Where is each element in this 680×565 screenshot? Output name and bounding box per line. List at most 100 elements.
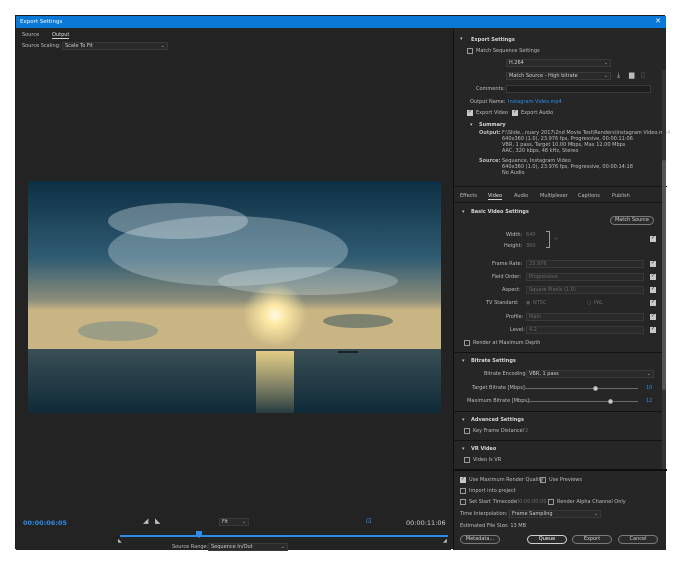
summary-collapse-icon[interactable]: ▾ xyxy=(470,122,473,128)
render-max-depth-checkbox[interactable] xyxy=(464,340,470,346)
advanced-header: Advanced Settings xyxy=(471,417,524,423)
preset-dropdown[interactable]: Match Source - High bitrate ⌄ xyxy=(506,72,611,80)
pal-radio-icon[interactable]: ○ xyxy=(587,300,591,306)
max-bitrate-knob[interactable] xyxy=(607,399,613,404)
time-interpolation-dropdown[interactable]: Frame Sampling ⌄ xyxy=(509,510,601,518)
width-height-checkbox[interactable] xyxy=(650,235,656,242)
divider xyxy=(454,352,662,353)
aspect-dropdown[interactable]: Square Pixels (1.0) xyxy=(526,286,644,294)
field-order-checkbox[interactable] xyxy=(650,273,656,280)
collapse-icon[interactable]: ▾ xyxy=(462,417,465,423)
tab-publish[interactable]: Publish xyxy=(612,193,630,199)
bitrate-encoding-dropdown[interactable]: VBR, 1 pass ⌄ xyxy=(526,370,654,378)
max-render-quality-checkbox[interactable] xyxy=(460,476,466,483)
chevron-down-icon: ⌄ xyxy=(603,60,608,66)
profile-value: Main xyxy=(529,314,541,320)
fit-dropdown[interactable]: Fit ⌄ xyxy=(219,518,249,526)
set-start-timecode-label: Set Start Timecode xyxy=(469,499,517,505)
frame-rate-checkbox[interactable] xyxy=(650,260,656,267)
settings-scrollbar[interactable] xyxy=(662,70,666,470)
tab-video[interactable]: Video xyxy=(488,193,503,200)
save-preset-icon[interactable]: ⤓ xyxy=(617,71,620,80)
frame-rate-dropdown[interactable]: 23.976 xyxy=(526,260,644,268)
format-dropdown[interactable]: H.264 ⌄ xyxy=(506,59,611,67)
divider xyxy=(454,440,662,441)
collapse-icon[interactable]: ▾ xyxy=(460,36,463,42)
divider xyxy=(454,202,662,203)
start-timecode-value[interactable]: 00:00:00:00 xyxy=(516,499,547,505)
height-value[interactable]: 360 xyxy=(526,243,536,249)
aspect-value: Square Pixels (1.0) xyxy=(529,287,576,293)
import-preset-icon[interactable]: ▆ xyxy=(629,71,634,79)
bitrate-encoding-value: VBR, 1 pass xyxy=(529,371,559,377)
max-bitrate-value[interactable]: 12 xyxy=(646,398,652,404)
level-dropdown[interactable]: 4.2 xyxy=(526,326,644,334)
out-point-icon[interactable]: ◢ xyxy=(443,538,447,544)
ntsc-radio-icon[interactable]: ◉ xyxy=(526,300,530,306)
aspect-checkbox[interactable] xyxy=(650,286,656,293)
tab-captions[interactable]: Captions xyxy=(578,193,600,199)
chevron-down-icon: ⌄ xyxy=(280,544,285,550)
set-start-timecode-checkbox[interactable] xyxy=(460,499,466,505)
field-order-value: Progressive xyxy=(529,274,558,280)
match-sequence-checkbox[interactable] xyxy=(467,48,473,54)
target-bitrate-value[interactable]: 10 xyxy=(646,385,652,391)
video-is-vr-checkbox[interactable] xyxy=(464,457,470,463)
tab-effects[interactable]: Effects xyxy=(460,193,477,199)
cancel-button[interactable]: Cancel xyxy=(618,535,658,544)
pal-label: PAL xyxy=(594,300,603,306)
mark-out-icon[interactable]: ◣ xyxy=(155,517,160,525)
level-checkbox[interactable] xyxy=(650,326,656,333)
key-frame-checkbox[interactable] xyxy=(464,428,470,434)
duration-timecode: 00:00:11:06 xyxy=(406,519,446,527)
close-icon[interactable]: ✕ xyxy=(655,18,661,25)
collapse-icon[interactable]: ▾ xyxy=(462,209,465,215)
export-video-checkbox[interactable] xyxy=(467,109,473,116)
export-button[interactable]: Export xyxy=(572,535,612,544)
chain-link-icon[interactable]: ∞ xyxy=(554,236,558,242)
work-area-bar[interactable] xyxy=(120,535,448,537)
match-source-button[interactable]: Match Source xyxy=(610,216,654,225)
tab-multiplexer[interactable]: Multiplexer xyxy=(540,193,568,199)
target-bitrate-slider[interactable] xyxy=(526,388,638,389)
target-bitrate-knob[interactable] xyxy=(592,386,598,391)
source-scaling-dropdown[interactable]: Scale To Fit ⌄ xyxy=(62,42,168,50)
render-alpha-checkbox[interactable] xyxy=(548,499,554,505)
delete-preset-icon[interactable]: ▯ xyxy=(641,71,645,79)
collapse-icon[interactable]: ▾ xyxy=(462,446,465,452)
mark-in-icon[interactable]: ◢ xyxy=(143,517,148,525)
output-name-link[interactable]: Instagram Video.mp4 xyxy=(508,99,562,105)
profile-label: Profile: xyxy=(506,314,524,320)
tab-output[interactable]: Output xyxy=(52,32,70,39)
tab-audio[interactable]: Audio xyxy=(514,193,528,199)
tv-standard-checkbox[interactable] xyxy=(650,299,656,306)
aspect-label: Aspect: xyxy=(502,287,521,293)
export-audio-checkbox[interactable] xyxy=(512,109,518,116)
profile-checkbox[interactable] xyxy=(650,313,656,320)
collapse-icon[interactable]: ▾ xyxy=(462,358,465,364)
crop-icon[interactable]: ⊡ xyxy=(366,517,372,525)
tab-source[interactable]: Source xyxy=(22,32,39,38)
in-point-icon[interactable]: ◣ xyxy=(118,538,122,544)
use-previews-checkbox[interactable] xyxy=(540,477,546,483)
comments-input[interactable] xyxy=(506,85,651,93)
scroll-thumb[interactable] xyxy=(662,160,666,390)
tv-standard-label: TV Standard: xyxy=(486,300,519,306)
field-order-dropdown[interactable]: Progressive xyxy=(526,273,644,281)
max-bitrate-slider[interactable] xyxy=(526,401,638,402)
max-bitrate-label: Maximum Bitrate [Mbps]: xyxy=(467,398,531,404)
export-audio-label: Export Audio xyxy=(521,110,554,116)
width-label: Width: xyxy=(506,232,523,238)
queue-button[interactable]: Queue xyxy=(527,535,567,544)
width-value[interactable]: 640 xyxy=(526,232,536,238)
key-frame-value[interactable]: 72 xyxy=(522,428,528,434)
frame-rate-label: Frame Rate: xyxy=(492,261,523,267)
current-timecode[interactable]: 00:00:06:05 xyxy=(23,519,67,527)
time-interpolation-value: Frame Sampling xyxy=(512,511,553,517)
profile-dropdown[interactable]: Main xyxy=(526,313,644,321)
import-into-project-checkbox[interactable] xyxy=(460,488,466,494)
source-range-label: Source Range: xyxy=(172,544,209,550)
source-range-dropdown[interactable]: Sequence In/Out ⌄ xyxy=(208,543,288,551)
metadata-button[interactable]: Metadata... xyxy=(460,535,500,544)
chevron-down-icon: ⌄ xyxy=(241,519,246,525)
